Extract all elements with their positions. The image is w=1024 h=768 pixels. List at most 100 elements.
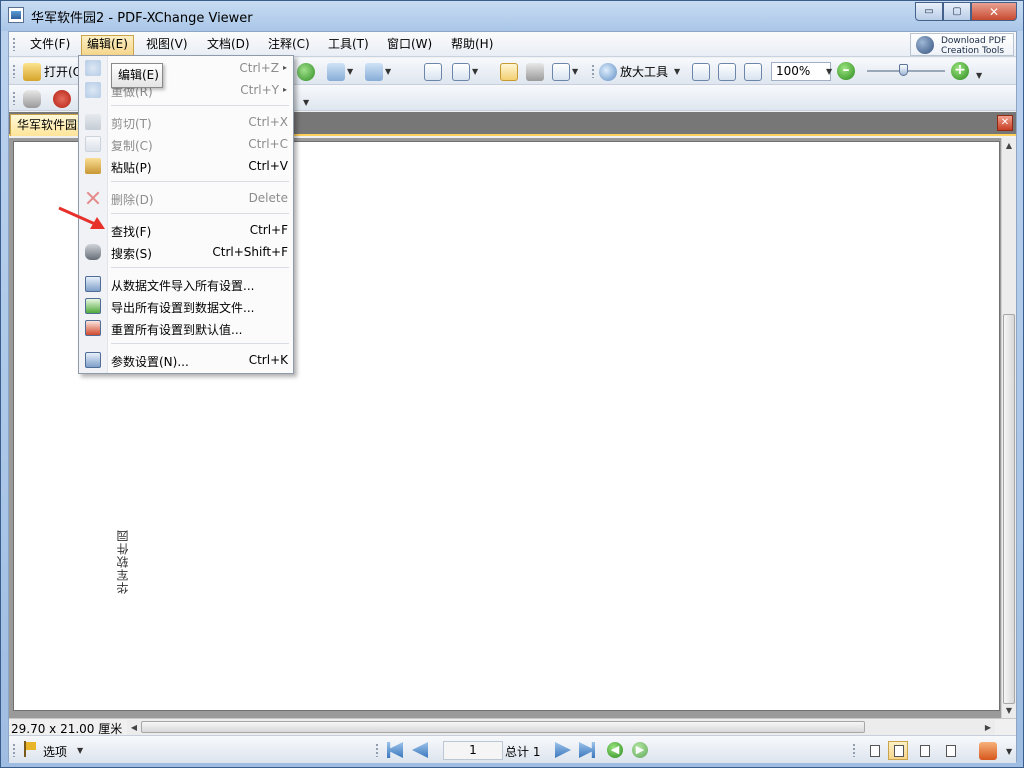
menubar-grip[interactable] — [12, 37, 16, 51]
close-button[interactable]: ✕ — [971, 2, 1017, 21]
vertical-scrollbar[interactable]: ▲ ▼ — [1001, 138, 1016, 718]
previous-page-button[interactable] — [412, 742, 428, 758]
toolbar2-grip[interactable] — [12, 91, 16, 105]
horizontal-scrollbar[interactable]: ◀ ▶ — [127, 720, 995, 735]
menu-view[interactable]: 视图(V) — [141, 35, 193, 55]
spellcheck-button[interactable] — [53, 88, 71, 109]
scroll-up-arrow[interactable]: ▲ — [1002, 138, 1016, 153]
minimize-button[interactable]: ▭ — [915, 2, 943, 21]
window-title: 华军软件园2 - PDF-XChange Viewer — [31, 11, 253, 26]
menu-reset-settings[interactable]: 重置所有设置到默认值... — [79, 317, 293, 339]
forward-view-button[interactable]: ▶ — [632, 742, 648, 758]
continuous-view-button[interactable] — [888, 741, 908, 760]
undo-shortcut: Ctrl+Z — [239, 61, 279, 75]
search-toolbar-button[interactable] — [23, 88, 41, 109]
open-button[interactable]: 打开(O — [23, 61, 82, 82]
clipboard-icon — [85, 158, 101, 174]
menu-separator — [111, 343, 289, 344]
navbar-overflow-arrow[interactable]: ▼ — [1006, 747, 1012, 756]
menu-bar: 文件(F) 编辑(E) 视图(V) 文档(D) 注释(C) 工具(T) 窗口(W… — [9, 32, 1016, 57]
first-page-button[interactable] — [387, 742, 403, 758]
menu-tools[interactable]: 工具(T) — [323, 35, 374, 55]
actual-size-button[interactable] — [692, 61, 710, 82]
toolbar2-overflow-arrow[interactable]: ▼ — [303, 98, 309, 107]
scroll-down-arrow[interactable]: ▼ — [1002, 703, 1016, 718]
redo-icon — [85, 82, 101, 98]
undo-toolbar-button[interactable]: ▼ — [327, 61, 353, 82]
zoom-out-button[interactable]: – — [837, 62, 855, 80]
undo-icon — [327, 62, 345, 81]
menu-separator — [111, 213, 289, 214]
select-text-button[interactable]: ▼ — [552, 61, 578, 82]
zoom-dropdown-arrow[interactable]: ▼ — [826, 67, 832, 76]
zoom-tool-label: 放大工具 — [620, 65, 669, 79]
horizontal-scroll-thumb[interactable] — [141, 721, 865, 733]
fit-width-button[interactable] — [744, 61, 762, 82]
zoom-tool-button[interactable]: 放大工具 ▼ — [599, 61, 680, 82]
options-dropdown-arrow[interactable]: ▼ — [77, 746, 83, 755]
scroll-right-arrow[interactable]: ▶ — [981, 720, 995, 735]
copy-icon — [85, 136, 101, 152]
menu-cut[interactable]: 剪切(T) Ctrl+X — [79, 111, 293, 133]
menu-comment[interactable]: 注释(C) — [263, 35, 315, 55]
scissors-icon — [85, 114, 101, 130]
close-tab-button[interactable]: ✕ — [997, 115, 1013, 131]
menu-separator — [111, 105, 289, 106]
next-page-button[interactable] — [555, 742, 571, 758]
snapshot-button[interactable] — [526, 61, 544, 82]
fit-page-button[interactable] — [718, 61, 736, 82]
continuous-facing-view-button[interactable] — [940, 741, 960, 760]
toolbar-overflow-arrow[interactable]: ▼ — [976, 71, 982, 80]
navbar-grip[interactable] — [12, 743, 16, 757]
delete-label: 删除(D) — [111, 193, 154, 207]
menu-export-settings[interactable]: 导出所有设置到数据文件... — [79, 295, 293, 317]
delete-shortcut: Delete — [248, 191, 288, 205]
menu-window[interactable]: 窗口(W) — [382, 35, 437, 55]
cut-shortcut: Ctrl+X — [248, 115, 288, 129]
pen-tool-icon[interactable] — [979, 742, 997, 760]
fit-width-icon — [744, 62, 762, 81]
back-view-button[interactable]: ◀ — [607, 742, 623, 758]
rotate-left-button[interactable] — [424, 61, 442, 82]
toolbar-grip[interactable] — [12, 64, 16, 78]
globe-icon — [916, 36, 934, 54]
maximize-button[interactable]: ▢ — [943, 2, 971, 21]
hand-tool-button[interactable] — [496, 61, 521, 82]
redo-toolbar-button[interactable]: ▼ — [365, 61, 391, 82]
zoom-slider-thumb[interactable] — [899, 64, 908, 76]
options-button[interactable]: 选项 — [43, 743, 67, 760]
navbar-grip-2[interactable] — [375, 743, 379, 757]
zoom-level-field[interactable]: 100% — [771, 62, 831, 81]
menu-file[interactable]: 文件(F) — [25, 35, 75, 55]
single-page-view-button[interactable] — [864, 741, 884, 760]
preferences-shortcut: Ctrl+K — [248, 353, 288, 367]
current-page-input[interactable]: 1 — [443, 741, 503, 760]
menu-import-settings[interactable]: 从数据文件导入所有设置... — [79, 273, 293, 295]
menu-find[interactable]: 查找(F) Ctrl+F — [79, 219, 293, 241]
edit-menu-dropdown: Ctrl+Z ▸ 重做(R) Ctrl+Y ▸ 剪切(T) Ctrl+X 复制(… — [78, 55, 294, 374]
menu-edit[interactable]: 编辑(E) — [81, 35, 134, 55]
forward-button[interactable] — [297, 61, 315, 82]
menu-copy[interactable]: 复制(C) Ctrl+C — [79, 133, 293, 155]
zoom-in-button[interactable]: + — [951, 62, 969, 80]
menu-delete[interactable]: 删除(D) Delete — [79, 187, 293, 209]
title-bar[interactable]: 华军软件园2 - PDF-XChange Viewer ▭ ▢ ✕ — [1, 1, 1023, 31]
facing-view-button[interactable] — [914, 741, 934, 760]
download-pdf-tools-button[interactable]: Download PDF Creation Tools — [910, 33, 1014, 56]
toolbar-grip-2[interactable] — [591, 64, 595, 78]
import-settings-label: 从数据文件导入所有设置... — [111, 279, 255, 293]
scroll-left-arrow[interactable]: ◀ — [127, 720, 141, 735]
menu-help[interactable]: 帮助(H) — [446, 35, 498, 55]
flag-icon — [23, 741, 37, 757]
last-page-button[interactable] — [579, 742, 595, 758]
menu-paste[interactable]: 粘贴(P) Ctrl+V — [79, 155, 293, 177]
rotate-right-button[interactable]: ▼ — [452, 61, 478, 82]
menu-preferences[interactable]: 参数设置(N)... Ctrl+K — [79, 349, 293, 371]
copy-shortcut: Ctrl+C — [248, 137, 288, 151]
menu-separator — [111, 267, 289, 268]
navbar-grip-3[interactable] — [852, 743, 856, 757]
menu-document[interactable]: 文档(D) — [202, 35, 255, 55]
menu-search[interactable]: 搜索(S) Ctrl+Shift+F — [79, 241, 293, 263]
vertical-scroll-thumb[interactable] — [1003, 314, 1015, 704]
search-label: 搜索(S) — [111, 247, 152, 261]
